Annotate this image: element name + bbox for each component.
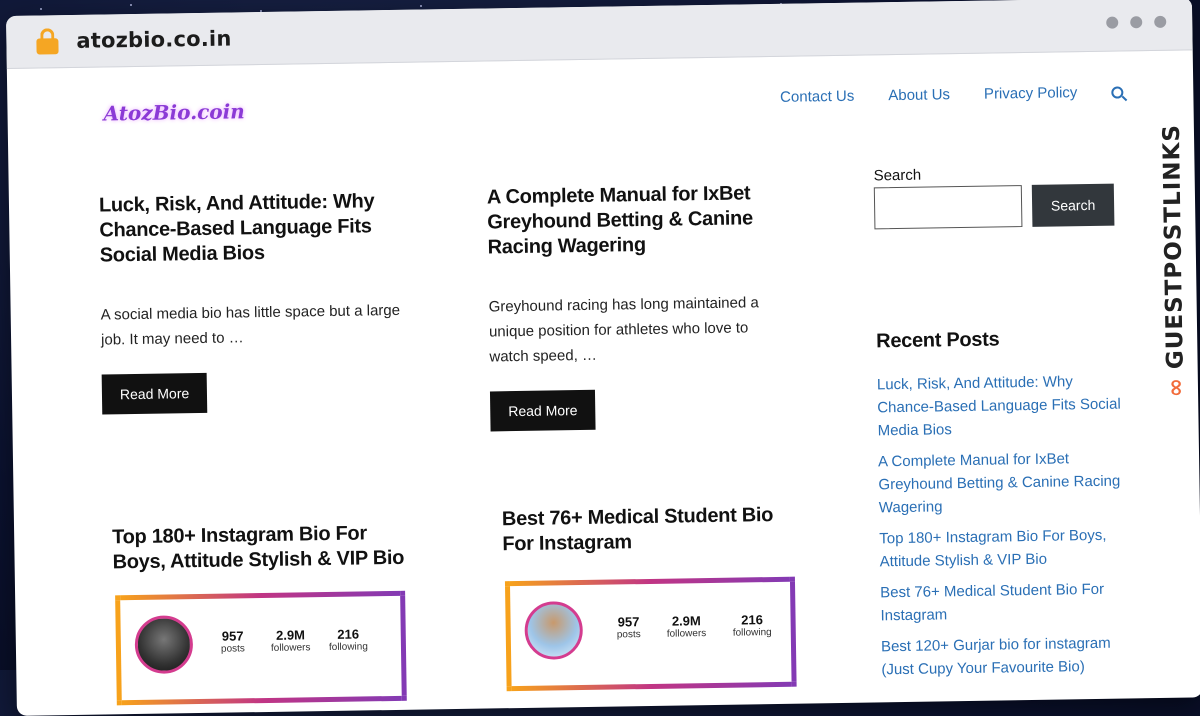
post-title[interactable]: Best 76+ Medical Student Bio For Instagr… [502,503,803,558]
post-card: Luck, Risk, And Attitude: Why Chance-Bas… [99,189,402,415]
stat-followers: 2.9M followers [270,627,311,654]
list-item: Best 76+ Medical Student Bio For Instagr… [880,577,1131,627]
stat-following: 216 following [732,612,772,639]
list-item: A Complete Manual for IxBet Greyhound Be… [878,446,1129,519]
recent-post-link[interactable]: Best 76+ Medical Student Bio For Instagr… [880,581,1104,625]
post-card: A Complete Manual for IxBet Greyhound Be… [487,181,791,432]
web-page: AtozBio.coin Contact Us About Us Privacy… [7,50,1200,709]
post-excerpt: Greyhound racing has long maintained a u… [488,294,759,366]
nav-about-us[interactable]: About Us [888,86,950,104]
list-item: Best 120+ Gurjar bio for instagram (Just… [881,631,1132,681]
site-logo[interactable]: AtozBio.coin [103,99,245,125]
search-button[interactable]: Search [1031,183,1115,227]
post-title[interactable]: A Complete Manual for IxBet Greyhound Be… [487,181,788,261]
search-input[interactable] [873,185,1023,230]
post-thumbnail[interactable]: 957 posts 2.9M followers 216 following [504,576,797,692]
link-icon: ∞ [1162,376,1190,398]
post-title[interactable]: Top 180+ Instagram Bio For Boys, Attitud… [112,521,413,576]
window-dot-icon[interactable] [1106,16,1119,29]
nav-privacy-policy[interactable]: Privacy Policy [984,84,1078,102]
list-item: Top 180+ Instagram Bio For Boys, Attitud… [879,523,1130,573]
search-icon[interactable] [1111,85,1124,99]
recent-post-link[interactable]: Top 180+ Instagram Bio For Boys, Attitud… [879,527,1106,571]
avatar [524,601,584,660]
recent-posts-heading: Recent Posts [876,328,1000,353]
guestpostlinks-watermark: ∞ GUESTPOSTLINKS [1154,110,1195,411]
post-title[interactable]: Luck, Risk, And Attitude: Why Chance-Bas… [99,189,400,269]
browser-window: atozbio.co.in AtozBio.coin Contact Us Ab… [6,0,1200,716]
search-label: Search [873,166,922,185]
lock-icon [36,28,59,55]
nav-contact-us[interactable]: Contact Us [780,88,854,106]
recent-post-link[interactable]: A Complete Manual for IxBet Greyhound Be… [878,450,1120,516]
window-dot-icon[interactable] [1130,16,1143,29]
address-bar-url[interactable]: atozbio.co.in [76,26,231,52]
stat-followers: 2.9M followers [666,613,707,640]
watermark-text: GUESTPOSTLINKS [1158,123,1189,370]
recent-post-link[interactable]: Best 120+ Gurjar bio for instagram (Just… [881,635,1111,679]
main-nav: Contact Us About Us Privacy Policy [780,83,1124,106]
read-more-button[interactable]: Read More [489,389,596,432]
stat-posts: 957 posts [616,614,641,641]
post-card: Top 180+ Instagram Bio For Boys, Attitud… [112,521,413,576]
recent-posts-list: Luck, Risk, And Attitude: Why Chance-Bas… [877,369,1132,689]
post-excerpt: A social media bio has little space but … [100,301,401,349]
read-more-button[interactable]: Read More [101,372,208,415]
window-dot-icon[interactable] [1154,15,1167,28]
list-item: Luck, Risk, And Attitude: Why Chance-Bas… [877,369,1128,442]
post-card: Best 76+ Medical Student Bio For Instagr… [502,503,803,558]
window-controls [1106,15,1167,29]
stat-following: 216 following [328,626,368,654]
recent-post-link[interactable]: Luck, Risk, And Attitude: Why Chance-Bas… [877,373,1121,439]
avatar [134,615,194,675]
stat-posts: 957 posts [220,628,245,655]
post-thumbnail[interactable]: 957 posts 2.9M followers 216 following [115,590,407,706]
